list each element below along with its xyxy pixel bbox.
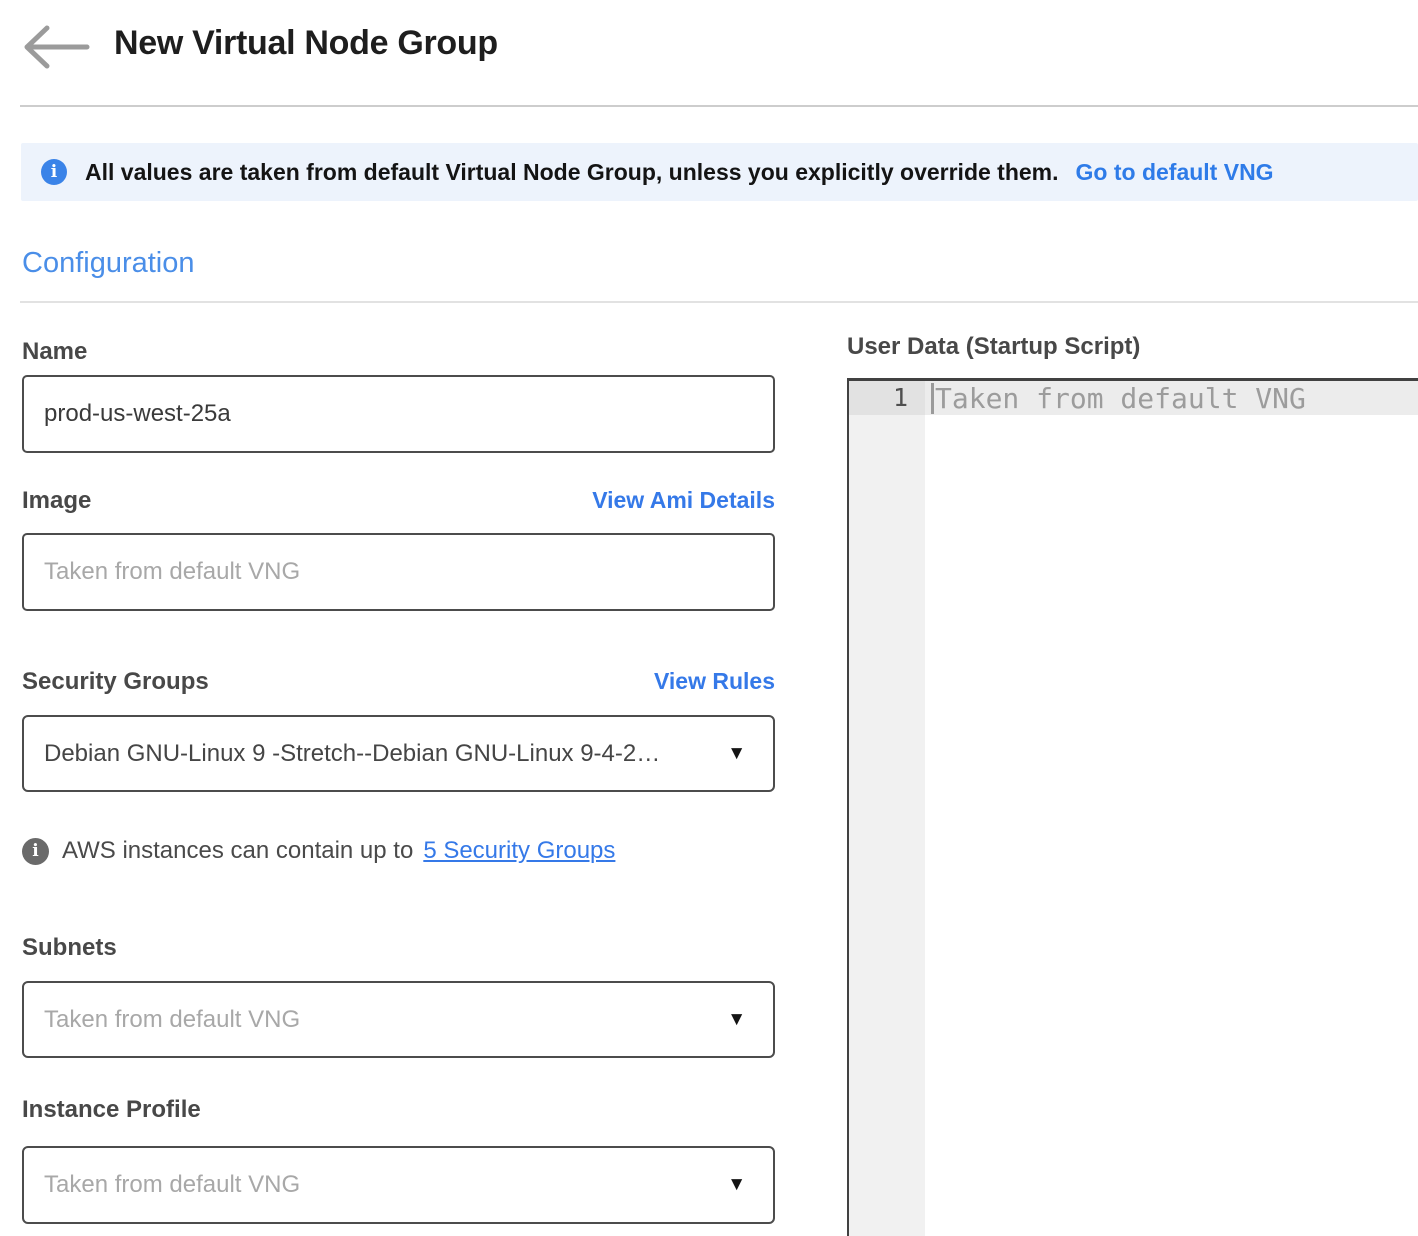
image-label-row: Image View Ami Details bbox=[22, 487, 775, 515]
subnets-select[interactable]: Taken from default VNG ▼ bbox=[22, 981, 775, 1058]
editor-gutter bbox=[849, 381, 925, 1236]
new-virtual-node-group-page: New Virtual Node Group i All values are … bbox=[0, 0, 1418, 1236]
editor-placeholder: Taken from default VNG bbox=[935, 382, 1306, 415]
security-groups-info: i AWS instances can contain up to 5 Secu… bbox=[22, 837, 615, 865]
instance-profile-placeholder: Taken from default VNG bbox=[44, 1171, 300, 1199]
page-title: New Virtual Node Group bbox=[114, 24, 498, 63]
image-input[interactable] bbox=[22, 533, 775, 611]
security-groups-label: Security Groups bbox=[22, 668, 209, 696]
subnets-placeholder: Taken from default VNG bbox=[44, 1006, 300, 1034]
configuration-section-title: Configuration bbox=[22, 247, 195, 280]
banner-text: All values are taken from default Virtua… bbox=[85, 159, 1059, 186]
caret-down-icon: ▼ bbox=[727, 743, 746, 765]
info-icon: i bbox=[22, 838, 49, 865]
image-label: Image bbox=[22, 487, 91, 515]
line-number: 1 bbox=[849, 381, 925, 415]
info-icon: i bbox=[41, 159, 67, 185]
back-button[interactable] bbox=[22, 24, 92, 70]
security-groups-info-text: AWS instances can contain up to bbox=[62, 837, 413, 865]
header-divider bbox=[20, 105, 1418, 107]
editor-code-line: Taken from default VNG bbox=[925, 381, 1418, 415]
security-groups-select[interactable]: Debian GNU-Linux 9 -Stretch--Debian GNU-… bbox=[22, 715, 775, 792]
instance-profile-select[interactable]: Taken from default VNG ▼ bbox=[22, 1146, 775, 1224]
editor-active-line: 1 Taken from default VNG bbox=[849, 381, 1418, 415]
view-ami-details-link[interactable]: View Ami Details bbox=[592, 487, 775, 514]
instance-profile-label: Instance Profile bbox=[22, 1096, 201, 1124]
subnets-label: Subnets bbox=[22, 934, 117, 962]
view-rules-link[interactable]: View Rules bbox=[654, 668, 775, 695]
user-data-editor[interactable]: 1 Taken from default VNG bbox=[847, 378, 1418, 1236]
go-to-default-vng-link[interactable]: Go to default VNG bbox=[1076, 159, 1274, 186]
section-divider bbox=[20, 301, 1418, 303]
security-groups-label-row: Security Groups View Rules bbox=[22, 668, 775, 696]
security-groups-selected-value: Debian GNU-Linux 9 -Stretch--Debian GNU-… bbox=[44, 740, 660, 768]
caret-down-icon: ▼ bbox=[727, 1009, 746, 1031]
text-cursor bbox=[931, 383, 934, 414]
arrow-left-icon bbox=[22, 24, 92, 70]
info-banner: i All values are taken from default Virt… bbox=[21, 143, 1418, 201]
name-input[interactable] bbox=[22, 375, 775, 453]
caret-down-icon: ▼ bbox=[727, 1174, 746, 1196]
name-label: Name bbox=[22, 338, 87, 366]
user-data-label: User Data (Startup Script) bbox=[847, 333, 1140, 361]
five-security-groups-link[interactable]: 5 Security Groups bbox=[423, 837, 615, 865]
